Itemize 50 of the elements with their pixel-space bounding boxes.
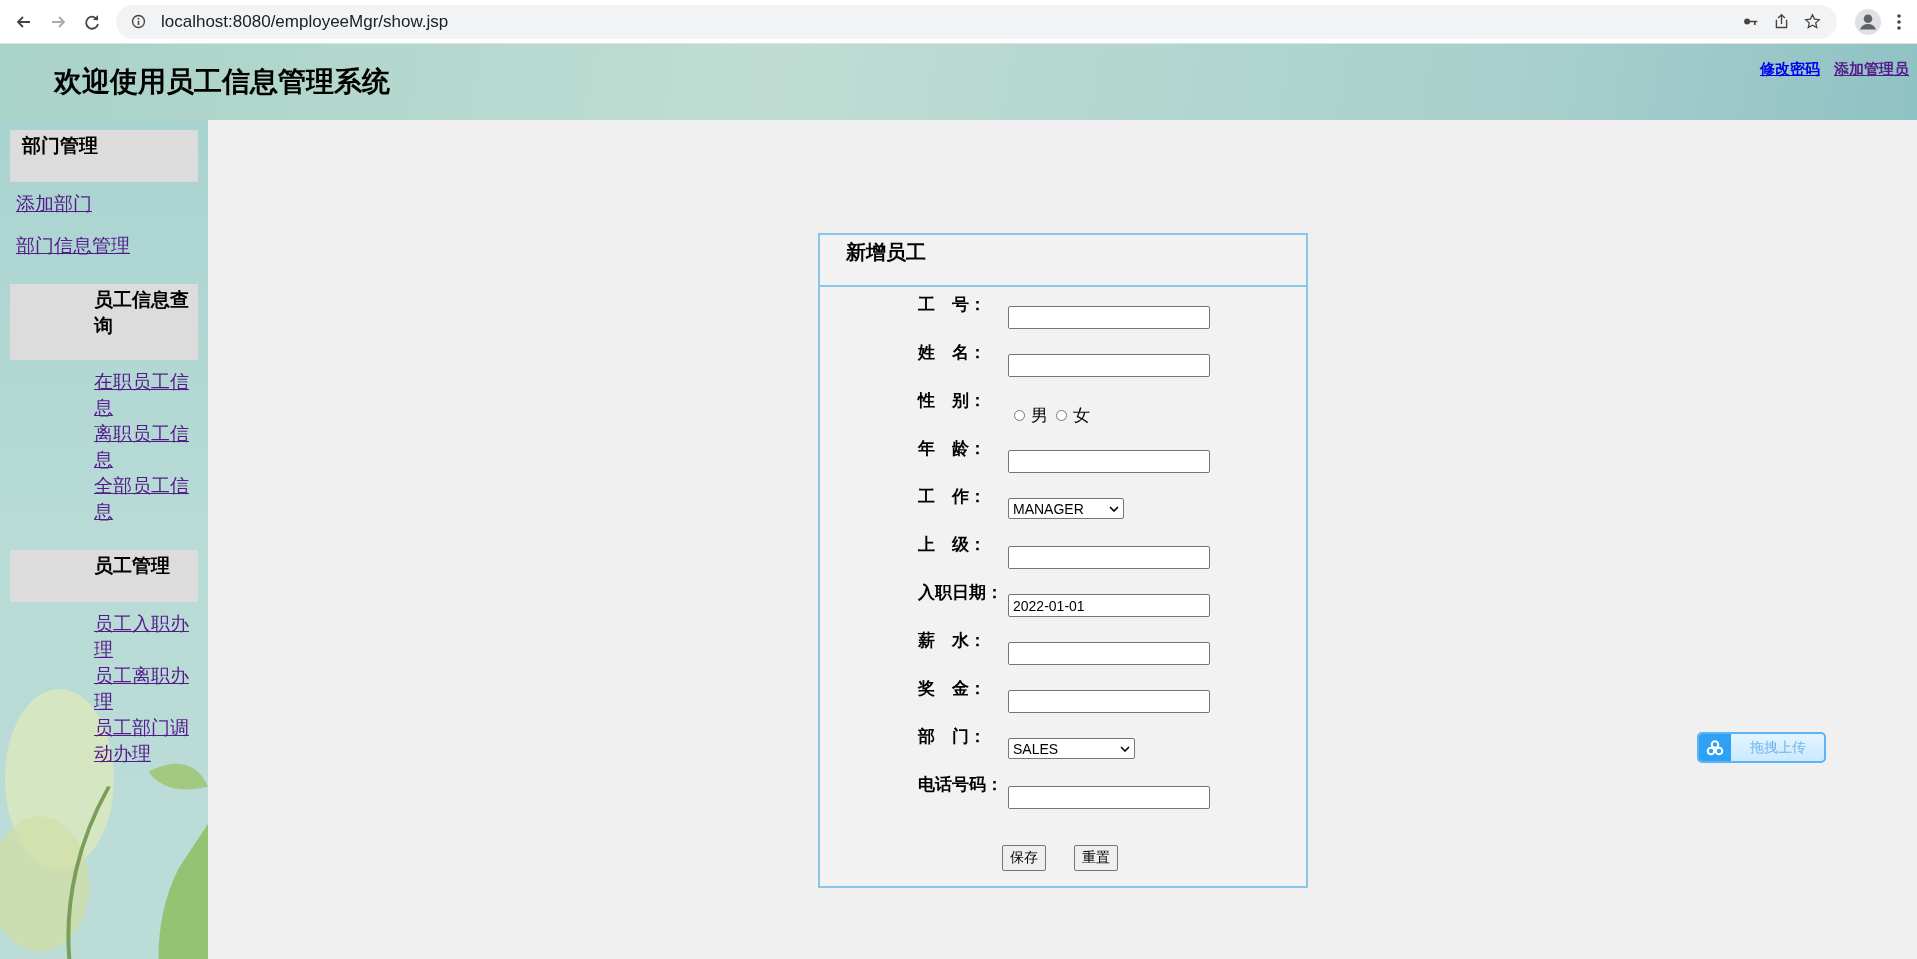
menu-icon[interactable] <box>1895 11 1903 32</box>
input-field[interactable] <box>1008 642 1210 665</box>
section-header: 员工信息查询 <box>10 284 198 360</box>
field-label: 年 龄： <box>918 437 987 460</box>
input-field[interactable] <box>1008 786 1210 809</box>
avatar-icon[interactable] <box>1855 8 1881 35</box>
sidebar-link[interactable]: 添加部门 <box>16 190 198 216</box>
chevron-down-icon <box>1109 505 1119 512</box>
radio-option[interactable]: 女 <box>1056 403 1090 427</box>
form-button[interactable]: 重置 <box>1074 845 1118 871</box>
address-bar[interactable]: localhost:8080/employeeMgr/show.jsp <box>116 4 1837 39</box>
site-title: 欢迎使用员工信息管理系统 <box>54 64 390 100</box>
sidebar-link[interactable]: 全部员工信息 <box>94 472 198 524</box>
field-label: 工 号： <box>918 293 987 316</box>
field-label: 电话号码： <box>918 773 1004 796</box>
star-icon[interactable] <box>1804 13 1821 30</box>
field-label: 工 作： <box>918 485 987 508</box>
sidebar-link[interactable]: 员工部门调动办理 <box>94 714 198 766</box>
input-field[interactable] <box>1008 450 1210 473</box>
sidebar-link[interactable]: 在职员工信息 <box>94 368 198 420</box>
field-label: 奖 金： <box>918 677 987 700</box>
form-button[interactable]: 保存 <box>1002 845 1046 871</box>
sidebar-link[interactable]: 员工入职办理 <box>94 610 198 662</box>
section-header: 员工管理 <box>10 550 198 602</box>
cloud-icon <box>1699 734 1731 761</box>
field-label: 部 门： <box>918 725 987 748</box>
chevron-down-icon <box>1120 745 1130 752</box>
dropdown[interactable]: MANAGER <box>1008 498 1124 519</box>
input-field[interactable] <box>1008 546 1210 569</box>
field-label: 薪 水： <box>918 629 987 652</box>
section-header: 部门管理 <box>10 130 198 182</box>
sidebar-link[interactable]: 部门信息管理 <box>16 232 198 258</box>
input-field[interactable] <box>1008 690 1210 713</box>
dropdown[interactable]: SALES <box>1008 738 1135 759</box>
share-icon[interactable] <box>1773 13 1790 30</box>
sidebar-link[interactable]: 离职员工信息 <box>94 420 198 472</box>
header-link[interactable]: 修改密码 <box>1760 60 1820 79</box>
input-field[interactable]: 2022-01-01 <box>1008 594 1210 617</box>
input-field[interactable] <box>1008 306 1210 329</box>
info-icon[interactable] <box>130 13 147 30</box>
header-link[interactable]: 添加管理员 <box>1834 60 1909 79</box>
field-label: 姓 名： <box>918 341 987 364</box>
sidebar-link[interactable]: 员工离职办理 <box>94 662 198 714</box>
input-field[interactable] <box>1008 354 1210 377</box>
radio-option[interactable]: 男 <box>1014 403 1048 427</box>
field-label: 入职日期： <box>918 581 1004 604</box>
field-label: 性 别： <box>918 389 987 412</box>
field-label: 上 级： <box>918 533 987 556</box>
url-text: localhost:8080/employeeMgr/show.jsp <box>161 11 449 32</box>
form-title: 新增员工 <box>846 240 926 264</box>
